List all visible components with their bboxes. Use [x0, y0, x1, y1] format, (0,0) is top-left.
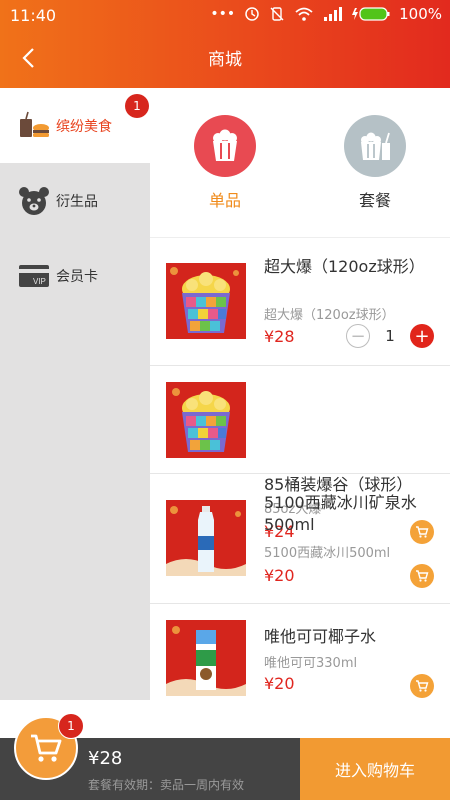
cart-icon [416, 680, 429, 692]
battery-icon [352, 7, 390, 21]
validity-note: 套餐有效期：卖品一周内有效 [88, 778, 245, 792]
page-title: 商城 [208, 50, 242, 70]
product-desc: 超大爆（120oz球形） [264, 308, 395, 323]
combo-meal-icon [344, 115, 406, 177]
product-panel: 单品 套餐 超大爆（120oz球形） 超大爆（120oz球形） ¥28 − 1 … [150, 88, 450, 700]
category-tabs: 单品 套餐 [150, 88, 450, 238]
add-to-cart-button[interactable] [410, 674, 434, 698]
product-name: 超大爆（120oz球形） [264, 257, 425, 276]
product-image-popcorn-bucket [166, 382, 246, 458]
svg-text:VIP: VIP [33, 277, 46, 286]
popcorn-icon [194, 115, 256, 177]
product-item[interactable]: 5100西藏冰川矿泉水500ml 5100西藏冰川500ml ¥20 [150, 474, 450, 604]
sidebar-item-label: 衍生品 [56, 193, 98, 210]
cart-icon [416, 570, 429, 582]
sidebar: 缤纷美食 1 衍生品 VIP 会员卡 [0, 88, 150, 700]
cart-count-badge: 1 [58, 713, 84, 739]
product-item[interactable]: 唯他可可椰子水 唯他可可330ml ¥20 [150, 604, 450, 700]
sidebar-item-label: 会员卡 [56, 268, 98, 285]
quantity-value: 1 [385, 327, 395, 345]
status-icons: ••• 100% [210, 5, 442, 23]
tab-label: 单品 [208, 191, 241, 210]
sidebar-badge: 1 [125, 94, 149, 118]
product-name: 5100西藏冰川矿泉水500ml [264, 493, 417, 534]
product-item[interactable]: 85桶装爆谷（球形） 85oz大爆 ¥24 [150, 366, 450, 544]
navbar: 商城 [0, 36, 450, 80]
more-dots-icon: ••• [210, 6, 236, 22]
product-image-popcorn [166, 263, 246, 339]
product-image-coconut-water [166, 620, 246, 696]
tab-combo[interactable]: 套餐 [337, 115, 413, 211]
vibrate-off-icon [270, 7, 284, 21]
bear-icon [18, 185, 50, 217]
decrement-button[interactable]: − [346, 324, 370, 348]
vip-card-icon: VIP [18, 260, 50, 292]
product-price: ¥28 [264, 327, 295, 346]
status-time: 11:40 [10, 6, 57, 25]
signal-icon [324, 7, 343, 21]
product-price: ¥20 [264, 566, 295, 585]
tab-label: 套餐 [358, 191, 391, 210]
battery-percent: 100% [399, 5, 442, 23]
wifi-icon [295, 7, 313, 21]
sidebar-item-label: 缤纷美食 [56, 118, 112, 135]
product-desc: 唯他可可330ml [264, 656, 358, 671]
product-name: 唯他可可椰子水 [264, 627, 377, 646]
increment-button[interactable]: + [410, 324, 434, 348]
tab-single[interactable]: 单品 [187, 115, 263, 211]
cart-total: ¥28 [88, 748, 123, 769]
sidebar-item-merchandise[interactable]: 衍生品 [0, 163, 150, 238]
sidebar-item-food[interactable]: 缤纷美食 1 [0, 88, 150, 163]
add-to-cart-button[interactable] [410, 564, 434, 588]
product-price: ¥20 [264, 674, 295, 693]
product-desc: 5100西藏冰川500ml [264, 546, 391, 561]
header-bar: 11:40 ••• 100% 商城 [0, 0, 450, 88]
sidebar-item-membership[interactable]: VIP 会员卡 [0, 238, 150, 313]
go-to-cart-button[interactable]: 进入购物车 [300, 738, 450, 800]
shopping-cart-icon [31, 734, 62, 762]
quantity-stepper: − 1 + [346, 324, 434, 348]
alarm-icon [245, 7, 259, 21]
product-image-water [166, 500, 246, 576]
product-item[interactable]: 超大爆（120oz球形） 超大爆（120oz球形） ¥28 − 1 + [150, 238, 450, 366]
food-drink-icon [18, 110, 50, 142]
status-bar: 11:40 ••• 100% [0, 0, 450, 32]
